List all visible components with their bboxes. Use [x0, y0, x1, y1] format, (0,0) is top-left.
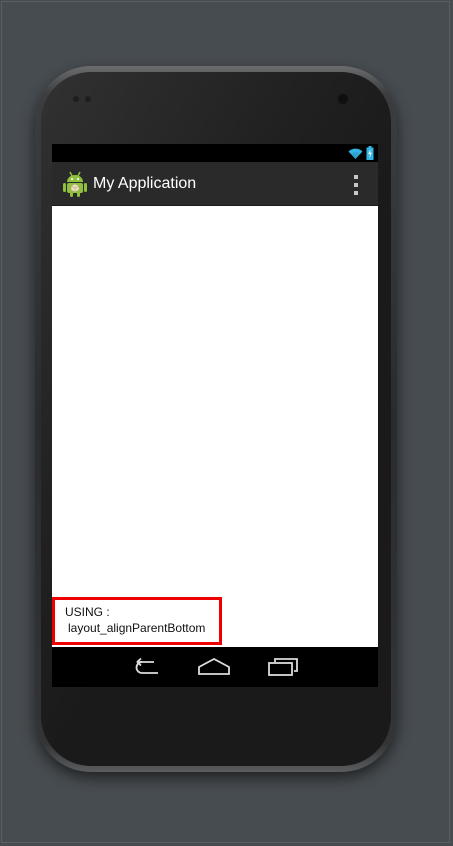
textview-line-using: USING :	[65, 605, 110, 619]
home-icon[interactable]	[197, 657, 231, 677]
status-bar	[52, 144, 378, 162]
front-camera	[337, 93, 349, 105]
action-bar: My Application	[52, 162, 378, 206]
wifi-icon	[348, 148, 363, 159]
navigation-bar	[52, 647, 378, 687]
recent-apps-icon[interactable]	[266, 657, 300, 677]
light-sensor	[85, 96, 91, 102]
android-robot-icon	[63, 171, 87, 197]
app-title: My Application	[93, 175, 197, 192]
back-icon[interactable]	[130, 657, 164, 677]
battery-icon	[366, 146, 374, 160]
proximity-sensor	[73, 96, 79, 102]
main-content	[52, 206, 378, 647]
textview-line-layout-attribute: layout_alignParentBottom	[68, 621, 206, 635]
bottom-aligned-textview: USING : layout_alignParentBottom	[52, 597, 222, 645]
status-icons	[348, 145, 374, 161]
overflow-menu-icon[interactable]	[352, 174, 360, 196]
device-screen: My Application USING : layout_alignParen…	[52, 144, 378, 687]
